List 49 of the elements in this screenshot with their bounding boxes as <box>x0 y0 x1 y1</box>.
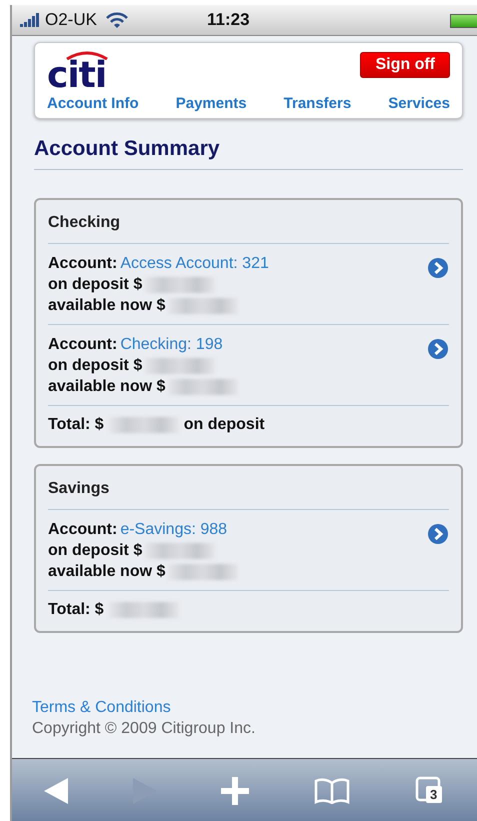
citi-logo: citi <box>47 61 106 91</box>
blurred-amount <box>168 378 238 394</box>
account-link[interactable]: Checking: 198 <box>120 334 223 355</box>
nav-link[interactable]: Services <box>388 95 450 112</box>
available-label: available now $ <box>48 296 166 316</box>
nav-link[interactable]: Account Info <box>47 95 139 112</box>
blurred-amount <box>145 542 216 558</box>
account-label: Account: <box>48 520 118 540</box>
book-icon <box>314 778 350 804</box>
back-icon <box>44 778 68 804</box>
copyright-text: Copyright © 2009 Citigroup Inc. <box>32 720 256 738</box>
total-label: Total: $ <box>48 601 104 619</box>
deposit-label: on deposit $ <box>48 275 142 295</box>
deposit-label: on deposit $ <box>48 541 142 561</box>
battery-icon <box>450 14 477 28</box>
total-label: Total: $ <box>48 416 104 434</box>
available-label: available now $ <box>48 562 166 582</box>
account-link[interactable]: e-Savings: 988 <box>120 519 228 540</box>
blurred-amount <box>168 564 238 580</box>
blurred-amount <box>168 298 238 314</box>
group-title: Savings <box>48 479 110 499</box>
plus-icon <box>221 777 250 805</box>
signal-icon <box>20 13 42 27</box>
account-label: Account: <box>48 335 118 355</box>
account-label: Account: <box>48 254 118 274</box>
sign-off-button[interactable]: Sign off <box>360 52 450 78</box>
chevron-icon[interactable] <box>427 257 449 279</box>
page-title: Account Summary <box>34 137 463 170</box>
deposit-label: on deposit $ <box>48 356 142 376</box>
group-title: Checking <box>48 213 122 233</box>
available-label: available now $ <box>48 377 166 397</box>
terms-link[interactable]: Terms & Conditions <box>32 699 171 717</box>
logo-arc-icon <box>65 51 109 60</box>
total-suffix: on deposit <box>184 416 265 434</box>
blurred-amount <box>108 417 179 433</box>
blurred-amount <box>145 358 216 374</box>
blurred-amount <box>108 602 179 618</box>
nav-link[interactable]: Transfers <box>284 95 352 112</box>
carrier-name: O2-UK <box>45 10 97 30</box>
bookmarks-button[interactable] <box>314 778 350 804</box>
nav-link[interactable]: Payments <box>176 95 247 112</box>
add-button[interactable] <box>221 777 250 805</box>
clock-time: 11:23 <box>207 10 250 30</box>
back-button[interactable] <box>44 778 68 804</box>
chevron-icon[interactable] <box>427 523 449 545</box>
chevron-icon[interactable] <box>427 338 449 360</box>
account-link[interactable]: Access Account: 321 <box>120 253 269 274</box>
wifi-icon <box>104 12 129 28</box>
blurred-amount <box>145 276 216 292</box>
